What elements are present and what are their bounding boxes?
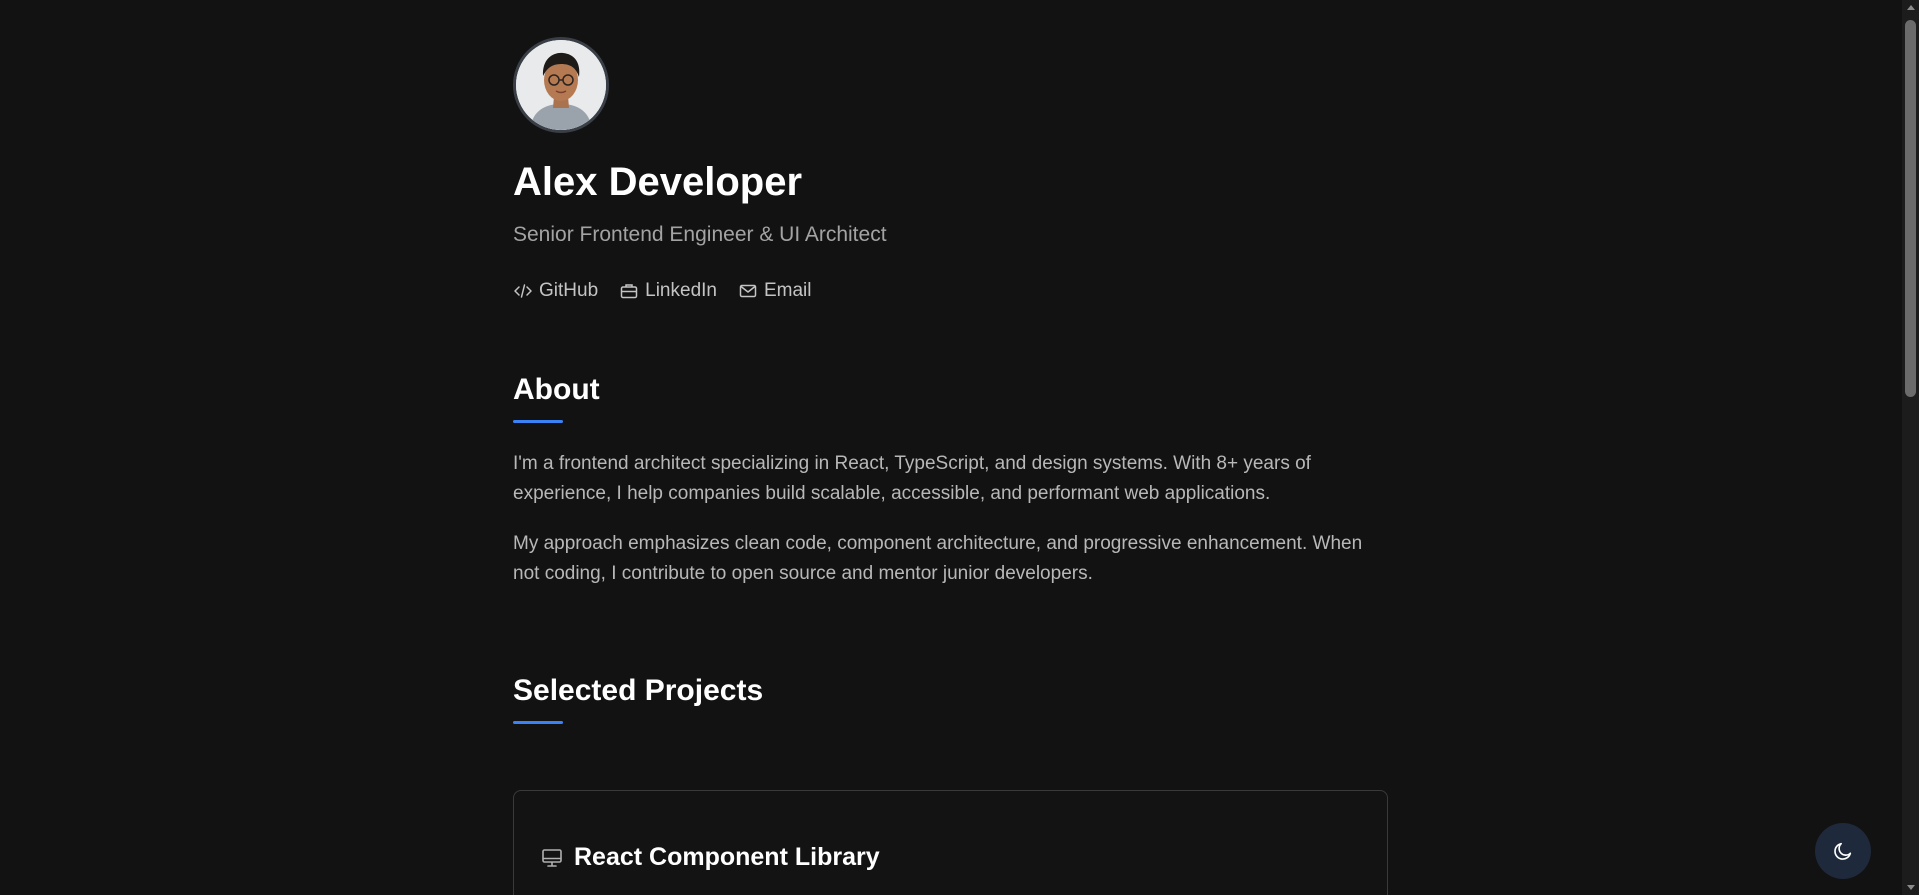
projects-heading: Selected Projects: [513, 674, 764, 707]
theme-toggle-button[interactable]: [1815, 823, 1871, 879]
monitor-icon: [542, 848, 562, 867]
linkedin-link[interactable]: LinkedIn: [619, 280, 717, 302]
project-card[interactable]: React Component Library: [513, 790, 1388, 895]
scrollbar-thumb[interactable]: [1905, 20, 1916, 397]
email-link[interactable]: Email: [738, 280, 812, 302]
about-heading-underline: [513, 420, 563, 423]
project-card-header: React Component Library: [541, 843, 880, 872]
social-links: GitHub LinkedIn Email: [513, 280, 812, 302]
briefcase-icon: [620, 284, 638, 299]
profile-name: Alex Developer: [513, 160, 803, 204]
email-link-label: Email: [763, 280, 812, 301]
scroll-down-arrow-icon[interactable]: [1907, 885, 1915, 890]
about-paragraph-2: My approach emphasizes clean code, compo…: [513, 533, 1363, 584]
avatar: [513, 37, 609, 133]
moon-icon: [1834, 842, 1852, 860]
about-paragraph-1: I'm a frontend architect specializing in…: [513, 453, 1311, 504]
github-link[interactable]: GitHub: [513, 280, 598, 302]
linkedin-link-label: LinkedIn: [645, 280, 717, 301]
avatar-portrait-icon: [516, 40, 606, 130]
about-heading: About: [513, 373, 600, 406]
scroll-up-arrow-icon[interactable]: [1907, 5, 1915, 10]
project-title: React Component Library: [574, 843, 880, 871]
portfolio-page: Alex Developer Senior Frontend Engineer …: [0, 0, 1919, 895]
page-scrollbar[interactable]: [1902, 0, 1919, 895]
projects-heading-underline: [513, 721, 563, 724]
code-icon: [514, 284, 532, 298]
github-link-label: GitHub: [539, 280, 599, 301]
mail-icon: [739, 284, 757, 298]
profile-title: Senior Frontend Engineer & UI Architect: [513, 223, 887, 246]
